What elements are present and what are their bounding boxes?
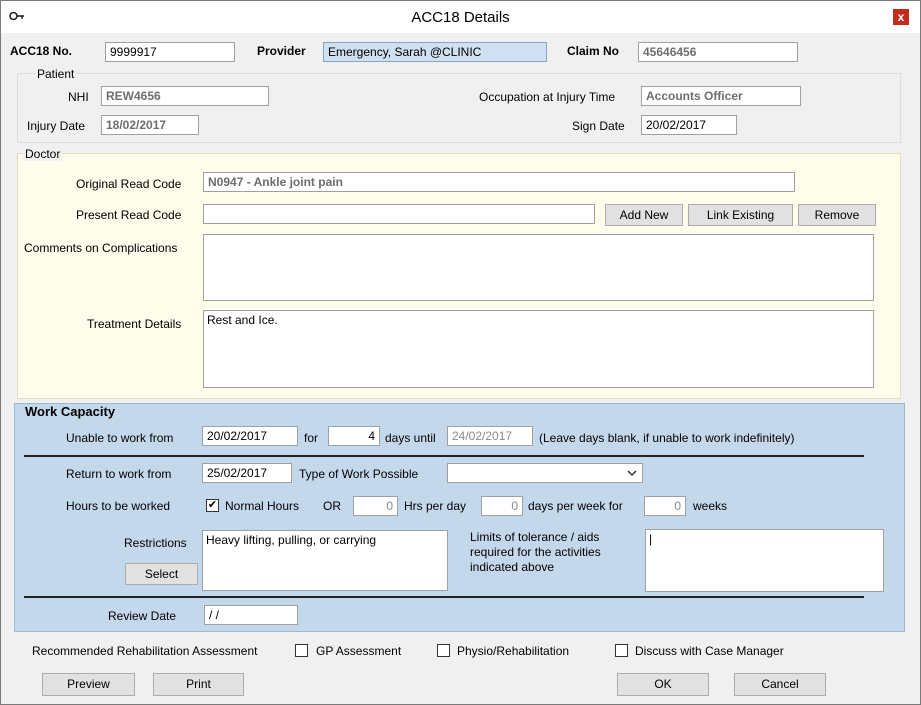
- weeks-field[interactable]: 0: [644, 496, 686, 516]
- unable-from-field[interactable]: 20/02/2017: [202, 426, 298, 446]
- acc18-details-window: ACC18 Details x ACC18 No. 9999917 Provid…: [0, 0, 921, 705]
- hrs-per-day-label: Hrs per day: [404, 499, 467, 513]
- type-of-work-label: Type of Work Possible: [299, 467, 419, 481]
- days-field[interactable]: 4: [328, 426, 380, 446]
- restrictions-textarea[interactable]: Heavy lifting, pulling, or carrying: [202, 530, 448, 591]
- present-read-code-field[interactable]: [203, 204, 595, 224]
- physio-label: Physio/Rehabilitation: [457, 644, 570, 658]
- rehab-assessment-label: Recommended Rehabilitation Assessment: [32, 644, 258, 658]
- add-new-button[interactable]: Add New: [605, 204, 683, 226]
- sign-date-label: Sign Date: [572, 119, 625, 133]
- provider-label: Provider: [257, 44, 306, 58]
- unable-to-work-label: Unable to work from: [66, 431, 174, 445]
- claim-no-field[interactable]: 45646456: [638, 42, 798, 62]
- days-per-week-label: days per week for: [528, 499, 623, 513]
- claim-no-label: Claim No: [567, 44, 620, 58]
- divider-2: [24, 596, 864, 598]
- days-until-label: days until: [385, 431, 436, 445]
- treatment-details-label: Treatment Details: [87, 317, 182, 331]
- link-existing-button[interactable]: Link Existing: [688, 204, 793, 226]
- unable-note: (Leave days blank, if unable to work ind…: [539, 431, 795, 445]
- days-per-week-field[interactable]: 0: [481, 496, 523, 516]
- window-title: ACC18 Details: [411, 9, 510, 26]
- occupation-label: Occupation at Injury Time: [479, 90, 616, 104]
- injury-date-label: Injury Date: [27, 119, 86, 133]
- divider-1: [24, 455, 864, 457]
- physio-checkbox[interactable]: [437, 644, 450, 657]
- normal-hours-checkbox[interactable]: ✔: [206, 499, 219, 512]
- print-button[interactable]: Print: [153, 673, 244, 696]
- limits-textarea[interactable]: |: [645, 529, 884, 592]
- limits-label: Limits of tolerance / aids required for …: [470, 530, 601, 574]
- gp-assessment-label: GP Assessment: [316, 644, 402, 658]
- nhi-field[interactable]: REW4656: [101, 86, 269, 106]
- provider-field[interactable]: Emergency, Sarah @CLINIC: [323, 42, 547, 62]
- doctor-group-label: Doctor: [23, 147, 63, 161]
- patient-group-label: Patient: [35, 67, 77, 81]
- chevron-down-icon: [627, 470, 637, 477]
- cancel-button[interactable]: Cancel: [734, 673, 826, 696]
- review-date-label: Review Date: [108, 609, 177, 623]
- hrs-per-day-field[interactable]: 0: [353, 496, 398, 516]
- type-of-work-select[interactable]: [447, 463, 643, 483]
- acc18-no-label: ACC18 No.: [10, 44, 73, 58]
- present-read-code-label: Present Read Code: [76, 208, 182, 222]
- return-from-field[interactable]: 25/02/2017: [202, 463, 292, 483]
- weeks-label: weeks: [693, 499, 728, 513]
- treatment-details-textarea[interactable]: Rest and Ice.: [203, 310, 874, 388]
- original-read-code-field[interactable]: N0947 - Ankle joint pain: [203, 172, 795, 192]
- close-button[interactable]: x: [893, 9, 909, 25]
- title-bar: ACC18 Details x: [1, 1, 920, 33]
- original-read-code-label: Original Read Code: [76, 177, 182, 191]
- nhi-label: NHI: [68, 90, 89, 104]
- normal-hours-label: Normal Hours: [225, 499, 300, 513]
- or-label: OR: [323, 499, 341, 513]
- for-label: for: [304, 431, 319, 445]
- discuss-case-manager-checkbox[interactable]: [615, 644, 628, 657]
- work-capacity-heading: Work Capacity: [25, 404, 116, 419]
- remove-button[interactable]: Remove: [798, 204, 876, 226]
- occupation-field[interactable]: Accounts Officer: [641, 86, 801, 106]
- return-to-work-label: Return to work from: [66, 467, 172, 481]
- injury-date-field[interactable]: 18/02/2017: [101, 115, 199, 135]
- comments-textarea[interactable]: [203, 234, 874, 301]
- preview-button[interactable]: Preview: [42, 673, 135, 696]
- sign-date-field[interactable]: 20/02/2017: [641, 115, 737, 135]
- discuss-case-manager-label: Discuss with Case Manager: [635, 644, 784, 658]
- acc18-no-field[interactable]: 9999917: [105, 42, 235, 62]
- gp-assessment-checkbox[interactable]: [295, 644, 308, 657]
- hours-label: Hours to be worked: [66, 499, 171, 513]
- ok-button[interactable]: OK: [617, 673, 709, 696]
- review-date-field[interactable]: / /: [204, 605, 298, 625]
- comments-label: Comments on Complications: [24, 241, 178, 255]
- restrictions-label: Restrictions: [124, 536, 187, 550]
- select-button[interactable]: Select: [125, 563, 198, 585]
- until-field[interactable]: 24/02/2017: [447, 426, 533, 446]
